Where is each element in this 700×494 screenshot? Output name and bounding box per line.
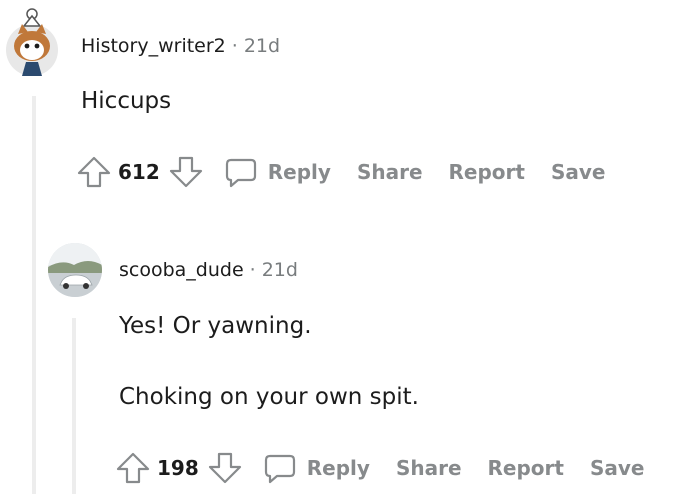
share-button[interactable]: Share: [396, 456, 462, 480]
report-button[interactable]: Report: [449, 160, 525, 184]
comment-age[interactable]: 21d: [262, 259, 298, 281]
thread-line[interactable]: [32, 96, 36, 494]
comment-actions: 612 Reply Share Report Save: [76, 150, 605, 194]
comment-body: Hiccups: [81, 88, 172, 114]
username-link[interactable]: History_writer2: [81, 35, 226, 57]
comment-meta: History_writer2 · 21d: [81, 35, 280, 57]
upvote-arrow-icon[interactable]: [115, 450, 151, 486]
comment-bubble-icon: [224, 155, 258, 189]
report-button[interactable]: Report: [488, 456, 564, 480]
reply-label: Reply: [267, 160, 331, 184]
comment-body-paragraph: Choking on your own spit.: [119, 384, 419, 410]
save-button[interactable]: Save: [590, 456, 645, 480]
thread-line[interactable]: [72, 318, 76, 494]
meta-separator: ·: [231, 35, 238, 57]
downvote-arrow-icon[interactable]: [168, 154, 204, 190]
meta-separator: ·: [249, 259, 256, 281]
username-link[interactable]: scooba_dude: [119, 259, 244, 281]
comment-bubble-icon: [263, 451, 297, 485]
save-button[interactable]: Save: [551, 160, 606, 184]
comment-meta: scooba_dude · 21d: [119, 259, 298, 281]
avatar[interactable]: [48, 243, 102, 297]
reply-label: Reply: [306, 456, 370, 480]
comment-body-paragraph: Yes! Or yawning.: [119, 313, 312, 339]
reply-button[interactable]: Reply: [224, 155, 331, 189]
vote-score: 612: [118, 160, 160, 184]
comment-age[interactable]: 21d: [244, 35, 280, 57]
share-button[interactable]: Share: [357, 160, 423, 184]
avatar[interactable]: [4, 4, 60, 80]
upvote-arrow-icon[interactable]: [76, 154, 112, 190]
comment-thread: History_writer2 · 21d Hiccups 612 Reply …: [0, 0, 700, 494]
vote-score: 198: [157, 456, 199, 480]
downvote-arrow-icon[interactable]: [207, 450, 243, 486]
reply-button[interactable]: Reply: [263, 451, 370, 485]
comment-actions: 198 Reply Share Report Save: [115, 446, 644, 490]
